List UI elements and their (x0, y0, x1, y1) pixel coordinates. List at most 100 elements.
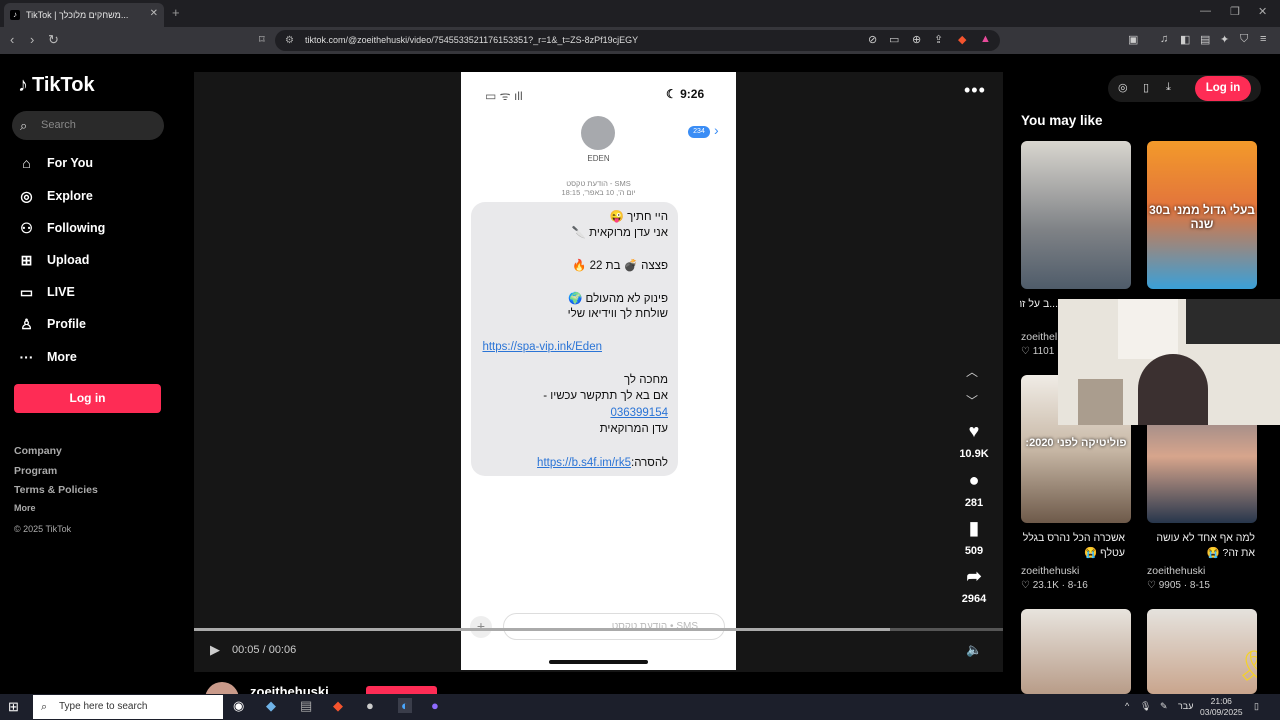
suggested-video-thumb[interactable] (1021, 609, 1131, 694)
sidebar-item-label: For You (47, 156, 94, 170)
video-time: 00:05 / 00:06 (232, 644, 297, 656)
brave-rewards-icon[interactable]: ▲ (980, 33, 991, 45)
music-icon[interactable]: ♫ (1160, 33, 1168, 45)
windows-taskbar: ⊞ ⌕ Type here to search ◉ ◆ ▤ ◆ ● ◐ ● ^ … (0, 694, 1280, 720)
active-app-icon[interactable]: ◐ (398, 698, 412, 713)
sidebar-item-for-you[interactable]: ⌂ For You (18, 153, 93, 173)
forward-icon[interactable]: › (30, 32, 34, 47)
search-input[interactable]: ⌕ Search (12, 111, 164, 140)
microphone-icon[interactable]: 🎙 (1140, 701, 1151, 712)
following-icon: ⚇ (20, 219, 33, 236)
coins-icon[interactable]: ◎ (1118, 81, 1128, 94)
new-tab-icon[interactable]: + (172, 5, 180, 20)
thumb-overlay: בעלי גדול ממני ב30 שנה (1149, 203, 1255, 231)
tiktok-logo[interactable]: ♪ TikTok (18, 74, 95, 97)
suggested-video-user[interactable]: zoeithel (1021, 331, 1057, 343)
suggested-video-thumb[interactable]: 🎗 (1147, 609, 1257, 694)
download-icon[interactable]: ⤓ (1166, 81, 1171, 94)
you-may-like-heading: You may like (1021, 113, 1103, 128)
share-icon[interactable]: ⇪ (934, 33, 943, 46)
reading-list-icon[interactable]: ◧ (1180, 33, 1190, 46)
sidebar-item-following[interactable]: ⚇ Following (18, 218, 105, 238)
comment-button[interactable]: ● 281 (950, 470, 998, 509)
message-line: פינוק לא מהעולם 🌍 (568, 293, 668, 305)
browser-tab[interactable]: ♪ TikTok | משחקים מלוכלך... ✕ (4, 3, 164, 27)
app-icon[interactable]: ● (366, 698, 374, 713)
sidebar-item-more[interactable]: ··· More (18, 347, 77, 367)
sidebar-item-label: Profile (47, 317, 86, 331)
suggested-video-thumb[interactable]: בעלי גדול ממני ב30 שנה (1147, 141, 1257, 289)
volume-icon[interactable]: 🔈 (966, 642, 982, 658)
restore-icon[interactable]: ❐ (1230, 5, 1240, 18)
window-close-icon[interactable]: ✕ (1258, 5, 1267, 18)
phone-app-icon[interactable]: ▯ (1143, 81, 1149, 94)
sidebar-item-explore[interactable]: ◎ Explore (18, 186, 92, 206)
compass-icon: ◎ (20, 187, 33, 204)
sidebar-item-label: LIVE (47, 285, 75, 299)
browser-tab-bar: ♪ TikTok | משחקים מלוכלך... ✕ + — ❐ ✕ (0, 0, 1280, 27)
share-button[interactable]: ➦ 2964 (950, 566, 998, 605)
suggested-video-stats: ♡ 1101 (1021, 346, 1055, 357)
home-indicator (549, 660, 648, 664)
footer-program-link[interactable]: Program (14, 465, 57, 477)
discord-icon[interactable]: ● (431, 698, 439, 713)
brave-shield-icon[interactable]: ◆ (958, 33, 966, 46)
leo-icon[interactable]: ✦ (1220, 33, 1229, 46)
menu-icon[interactable]: ≡ (1260, 33, 1266, 45)
footer-terms-link[interactable]: Terms & Policies (14, 484, 98, 496)
sidebar-item-profile[interactable]: ♙ Profile (18, 314, 86, 334)
obs-icon[interactable]: ◉ (233, 698, 244, 714)
previous-video-icon[interactable]: ︿ (966, 363, 978, 380)
reload-icon[interactable]: ↻ (48, 32, 59, 48)
wallet-icon[interactable]: ▤ (1200, 33, 1210, 46)
streamer-webcam-overlay (1058, 299, 1280, 425)
sidebar-item-label: Upload (47, 253, 90, 267)
sidebar-item-live[interactable]: ▭ LIVE (18, 282, 75, 302)
language-indicator[interactable]: עבר (1178, 701, 1193, 711)
close-tab-icon[interactable]: ✕ (150, 8, 158, 19)
steam-icon[interactable]: ◆ (266, 698, 276, 714)
pen-icon[interactable]: ✎ (1160, 701, 1168, 712)
suggested-video-thumb[interactable] (1021, 141, 1131, 289)
like-button[interactable]: ♥ 10.9K (950, 421, 998, 460)
site-info-icon[interactable]: ⚙ (285, 30, 294, 51)
login-button[interactable]: Log in (14, 384, 161, 413)
suggested-video-user[interactable]: zoeithehuski (1147, 565, 1205, 577)
back-icon[interactable]: ‹ (10, 32, 14, 47)
footer-more-link[interactable]: More (14, 503, 36, 513)
sidebar-toggle-icon[interactable]: ▣ (1128, 33, 1138, 46)
taskbar-clock[interactable]: 21:06 03/09/2025 (1200, 696, 1243, 718)
screenshot-icon[interactable]: ▭ (889, 33, 899, 46)
minimize-icon[interactable]: — (1200, 5, 1211, 17)
notepad-icon[interactable]: ▤ (300, 698, 312, 714)
video-progress-bar[interactable] (194, 628, 1003, 631)
suggested-video-caption[interactable]: ...ב על זה לפניי (1020, 297, 1058, 312)
reader-icon[interactable]: ⊘ (868, 33, 877, 46)
suggested-video-stats: ♡ 23.1K · 8-16 (1021, 580, 1088, 591)
footer-company-link[interactable]: Company (14, 445, 62, 457)
suggested-video-user[interactable]: zoeithehuski (1021, 565, 1079, 577)
suggested-video-caption[interactable]: אשכרה הכל נהרס בגלל עטלף 😭 (1013, 531, 1125, 561)
suggested-video-caption[interactable]: למה אף אחד לא עושה את זה? 😭 (1143, 531, 1255, 561)
notifications-icon[interactable]: ▯ (1254, 701, 1259, 712)
comment-icon: ● (968, 470, 980, 490)
vpn-icon[interactable]: ⛉ (1240, 33, 1248, 46)
brand-name: TikTok (32, 74, 95, 96)
windows-start-icon[interactable]: ⊞ (8, 699, 19, 715)
play-icon[interactable]: ▶ (210, 642, 220, 658)
thumb-overlay: פוליטיקה לפני 2020: (1025, 437, 1127, 449)
sidebar-item-upload[interactable]: ⊞ Upload (18, 250, 90, 270)
next-video-icon[interactable]: ﹀ (966, 392, 978, 409)
tray-chevron-icon[interactable]: ^ (1125, 701, 1129, 711)
copyright: © 2025 TikTok (14, 524, 72, 534)
tab-title: TikTok | משחקים מלוכלך... (26, 10, 129, 20)
zoom-icon[interactable]: ⊕ (912, 33, 921, 46)
top-login-button[interactable]: Log in (1195, 76, 1251, 101)
save-button[interactable]: ▮ 509 (950, 518, 998, 557)
progress-fill (194, 628, 890, 631)
taskbar-search-input[interactable]: ⌕ Type here to search (33, 695, 223, 719)
more-options-icon[interactable]: ••• (964, 80, 986, 101)
brave-icon[interactable]: ◆ (333, 698, 343, 714)
search-icon: ⌕ (41, 701, 48, 713)
bookmark-icon[interactable]: ⌑ (259, 33, 265, 46)
